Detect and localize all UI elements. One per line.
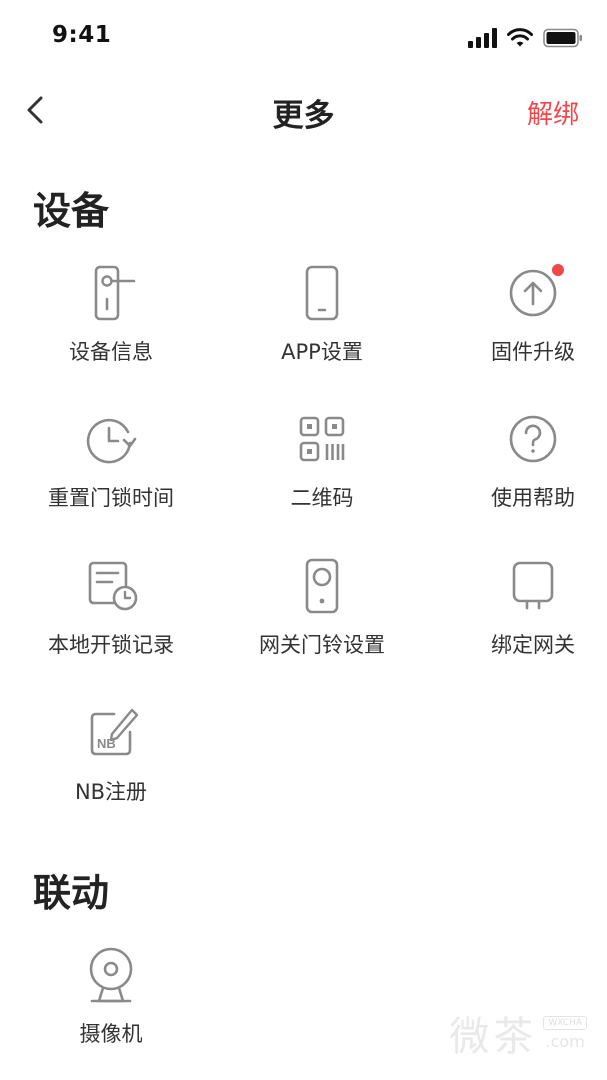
status-bar: 9:41 — [0, 0, 607, 76]
grid-item-device-info[interactable]: 设备信息 — [10, 264, 212, 394]
help-icon — [509, 415, 557, 463]
wifi-icon — [507, 28, 533, 47]
battery-icon — [543, 28, 582, 48]
nav-bar: 更多 解绑 — [0, 76, 607, 146]
grid-item-nb-register[interactable]: NB NB注册 — [10, 704, 212, 834]
grid-item-label: 本地开锁记录 — [48, 633, 174, 657]
phone-icon — [305, 265, 339, 321]
section-title-device: 设备 — [33, 189, 110, 233]
watermark-text: 微茶 — [449, 1014, 538, 1060]
gateway-icon — [512, 561, 554, 610]
grid-item-label: NB注册 — [74, 780, 148, 804]
grid-item-label: 摄像机 — [79, 1022, 143, 1046]
status-time: 9:41 — [52, 22, 112, 48]
doorbell-icon — [305, 558, 339, 614]
grid-item-label: 使用帮助 — [491, 486, 575, 510]
grid-item-firmware-upgrade[interactable]: 固件升级 — [432, 262, 607, 394]
nb-register-icon: NB — [90, 708, 138, 756]
watermark: 微茶 WXCHA .com — [449, 1004, 587, 1062]
signal-icon — [468, 28, 497, 48]
page-title: 更多 — [272, 98, 335, 134]
status-icons — [467, 26, 583, 50]
door-lock-icon — [94, 265, 136, 321]
grid-item-label: 绑定网关 — [491, 633, 575, 657]
qr-code-icon — [299, 416, 345, 462]
clock-reset-icon — [86, 418, 137, 464]
grid-item-app-settings[interactable]: APP设置 — [221, 264, 423, 394]
section-title-linkage: 联动 — [33, 871, 110, 915]
watermark-meta: WXCHA .com — [543, 1015, 587, 1051]
grid-item-label: APP设置 — [281, 340, 363, 364]
grid-item-help[interactable]: 使用帮助 — [432, 410, 607, 540]
grid-item-gateway-doorbell-settings[interactable]: 网关门铃设置 — [221, 557, 423, 687]
grid-item-bind-gateway[interactable]: 绑定网关 — [432, 557, 607, 687]
svg-text:NB: NB — [97, 736, 116, 751]
record-clock-icon — [88, 561, 138, 611]
grid-item-label: 重置门锁时间 — [48, 486, 174, 510]
upgrade-icon-wrap — [506, 262, 566, 322]
notification-dot — [550, 262, 566, 278]
grid-item-label: 网关门铃设置 — [259, 633, 385, 657]
camera-icon — [89, 947, 133, 1003]
grid-item-reset-lock-time[interactable]: 重置门锁时间 — [10, 410, 212, 540]
grid-item-label: 二维码 — [290, 486, 354, 510]
grid-item-local-unlock-records[interactable]: 本地开锁记录 — [10, 557, 212, 687]
grid-item-qr-code[interactable]: 二维码 — [221, 410, 423, 540]
grid-item-camera[interactable]: 摄像机 — [10, 946, 212, 1076]
unbind-button[interactable]: 解绑 — [527, 94, 579, 131]
watermark-badge: WXCHA — [543, 1015, 587, 1030]
grid-item-label: 固件升级 — [491, 340, 575, 364]
grid-item-label: 设备信息 — [69, 340, 153, 364]
watermark-url: .com — [545, 1031, 585, 1051]
